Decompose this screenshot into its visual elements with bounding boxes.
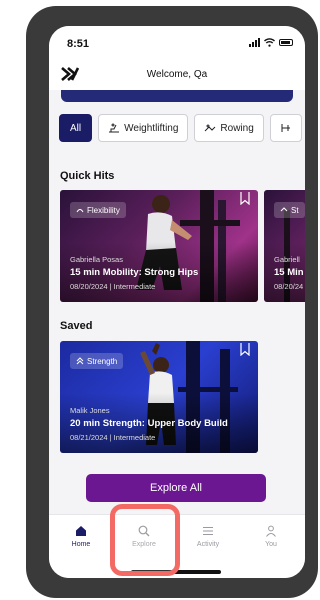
instructor-name: Gabriell xyxy=(274,255,300,264)
wifi-icon xyxy=(264,38,275,47)
tab-activity[interactable]: Activity xyxy=(188,525,228,548)
tab-label: Activity xyxy=(196,541,220,548)
explore-tab-highlight xyxy=(110,504,180,576)
page-title: Welcome, Qa xyxy=(146,69,208,80)
battery-icon xyxy=(279,39,293,46)
category-tag: Strength xyxy=(70,353,124,369)
bookmark-icon[interactable] xyxy=(240,192,250,205)
home-icon xyxy=(76,526,86,536)
status-bar: 8:51 xyxy=(49,26,305,62)
category-tag-label: St xyxy=(291,205,299,215)
canvas: 8:51 Welcome, Qa All Weightlifting Rowin… xyxy=(0,0,318,600)
category-tag-label: Flexibility xyxy=(87,205,120,215)
filter-chip-label: All xyxy=(70,122,82,134)
quick-hits-heading: Quick Hits xyxy=(60,170,115,182)
user-icon xyxy=(266,525,276,537)
category-tag: Flexibility xyxy=(70,202,126,218)
explore-all-button[interactable]: Explore All xyxy=(86,474,266,502)
weightlifting-icon xyxy=(109,123,120,133)
strength-icon xyxy=(280,207,288,212)
instructor-name: Gabriella Posas xyxy=(70,255,123,264)
filter-chip-label: Rowing xyxy=(220,122,254,134)
category-filter-bar: All Weightlifting Rowing xyxy=(59,114,302,142)
category-tag-label: Strength xyxy=(87,356,118,366)
signal-icon xyxy=(249,38,260,47)
filter-chip-label: Weightlifting xyxy=(124,122,179,134)
strength-icon xyxy=(76,357,84,365)
tab-home[interactable]: Home xyxy=(61,525,101,548)
machine-icon xyxy=(281,124,290,132)
workout-title: 20 min Strength: Upper Body Build xyxy=(70,418,228,429)
workout-meta: 08/21/2024 | Intermediate xyxy=(70,433,156,442)
filter-chip-rowing[interactable]: Rowing xyxy=(194,114,264,142)
workout-title: 15 min Mobility: Strong Hips xyxy=(70,267,199,278)
flexibility-icon xyxy=(76,209,84,213)
workout-card[interactable]: Strength Malik Jones 20 min Strength: Up… xyxy=(60,341,258,453)
filter-chip-all[interactable]: All xyxy=(59,114,93,142)
tab-you[interactable]: You xyxy=(251,525,291,548)
hero-banner[interactable] xyxy=(61,90,293,102)
category-tag: St xyxy=(274,202,305,218)
status-icons xyxy=(249,38,293,47)
status-time: 8:51 xyxy=(67,38,90,50)
filter-chip-weightlifting[interactable]: Weightlifting xyxy=(98,114,189,142)
workout-meta: 08/20/2024 | Intermediate xyxy=(70,282,156,291)
list-icon xyxy=(203,527,213,535)
instructor-name: Malik Jones xyxy=(70,406,110,415)
phone-screen: 8:51 Welcome, Qa All Weightlifting Rowin… xyxy=(49,26,305,578)
rowing-icon xyxy=(205,124,216,132)
saved-heading: Saved xyxy=(60,320,93,332)
workout-title: 15 Min xyxy=(274,267,304,278)
tab-label: You xyxy=(265,541,277,548)
workout-card[interactable]: St Gabriell 15 Min 08/20/24 xyxy=(264,190,305,302)
bookmark-icon[interactable] xyxy=(240,343,250,356)
tab-label: Home xyxy=(71,541,91,548)
workout-meta: 08/20/24 xyxy=(274,282,304,291)
workout-card[interactable]: Flexibility Gabriella Posas 15 min Mobil… xyxy=(60,190,258,302)
app-header: Welcome, Qa xyxy=(49,62,305,90)
filter-chip-more[interactable] xyxy=(269,114,302,142)
